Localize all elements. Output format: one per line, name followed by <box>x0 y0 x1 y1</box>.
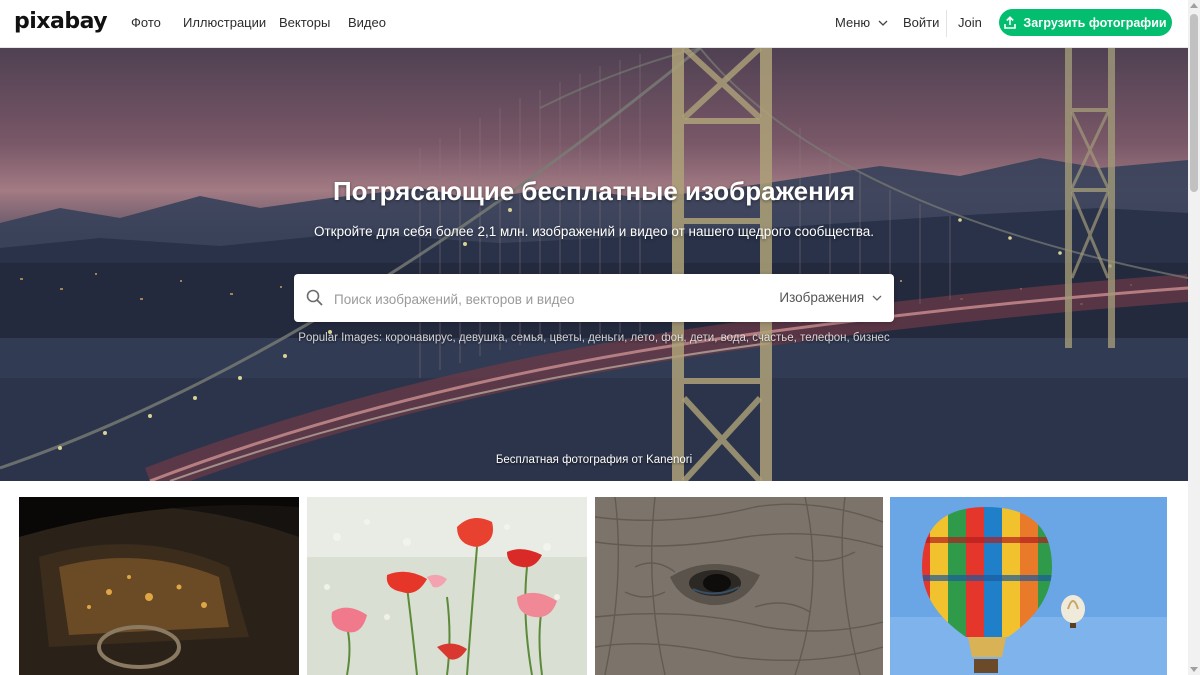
top-header: pixabay Фото Иллюстрации Векторы Видео М… <box>0 0 1188 48</box>
join-link[interactable]: Join <box>958 15 982 30</box>
scroll-up-arrow-icon[interactable] <box>1190 2 1198 8</box>
menu-button[interactable]: Меню <box>835 15 888 30</box>
header-divider <box>946 10 947 37</box>
popular-tag[interactable]: лето <box>631 332 655 344</box>
popular-tag[interactable]: вода <box>721 332 746 344</box>
media-type-select[interactable]: Изображения <box>779 290 882 305</box>
popular-tag[interactable]: телефон <box>800 332 846 344</box>
gallery-image-balloons[interactable] <box>890 497 1167 675</box>
poppies-image <box>307 497 587 675</box>
search-input[interactable] <box>332 286 756 312</box>
popular-tag[interactable]: деньги <box>588 332 624 344</box>
car-interior-image <box>19 497 299 675</box>
upload-icon <box>1004 16 1017 29</box>
page-scrollbar[interactable] <box>1188 0 1200 675</box>
login-link[interactable]: Войти <box>903 15 939 30</box>
hero-background-image <box>0 48 1188 481</box>
popular-tag[interactable]: коронавирус <box>385 332 452 344</box>
popular-tag[interactable]: семья <box>511 332 543 344</box>
nav-photo[interactable]: Фото <box>131 15 161 30</box>
search-bar: Изображения <box>294 274 894 322</box>
hero-banner: Потрясающие бесплатные изображения Откро… <box>0 48 1188 481</box>
pixabay-logo[interactable]: pixabay <box>14 9 108 34</box>
menu-label: Меню <box>835 15 871 30</box>
hero-subtitle: Откройте для себя более 2,1 млн. изображ… <box>314 224 874 239</box>
elephant-image <box>595 497 883 675</box>
popular-tag[interactable]: фон <box>661 332 683 344</box>
nav-illustrations[interactable]: Иллюстрации <box>183 15 266 30</box>
gallery-image-car[interactable] <box>19 497 299 675</box>
popular-tag[interactable]: дети <box>690 332 714 344</box>
media-type-label: Изображения <box>779 290 865 305</box>
search-icon[interactable] <box>306 289 323 306</box>
popular-tag[interactable]: девушка <box>459 332 505 344</box>
scrollbar-thumb[interactable] <box>1190 14 1198 192</box>
nav-video[interactable]: Видео <box>348 15 386 30</box>
gallery-image-elephant[interactable] <box>595 497 883 675</box>
gallery-image-poppies[interactable] <box>307 497 587 675</box>
scroll-down-arrow-icon[interactable] <box>1190 667 1198 673</box>
photo-credit[interactable]: Бесплатная фотография от Kanenori <box>0 454 1188 466</box>
chevron-down-icon <box>872 295 882 301</box>
upload-photos-button[interactable]: Загрузить фотографии <box>999 9 1172 36</box>
nav-vectors[interactable]: Векторы <box>279 15 330 30</box>
chevron-down-icon <box>878 20 888 26</box>
popular-tag[interactable]: счастье <box>752 332 793 344</box>
popular-tag[interactable]: цветы <box>550 332 582 344</box>
popular-prefix: Popular Images: <box>298 332 386 344</box>
hot-air-balloons-image <box>890 497 1167 675</box>
popular-searches: Popular Images: коронавирус, девушка, се… <box>298 332 890 344</box>
upload-label: Загрузить фотографии <box>1023 15 1167 30</box>
hero-title: Потрясающие бесплатные изображения <box>332 176 855 206</box>
popular-tag[interactable]: бизнес <box>853 332 890 344</box>
